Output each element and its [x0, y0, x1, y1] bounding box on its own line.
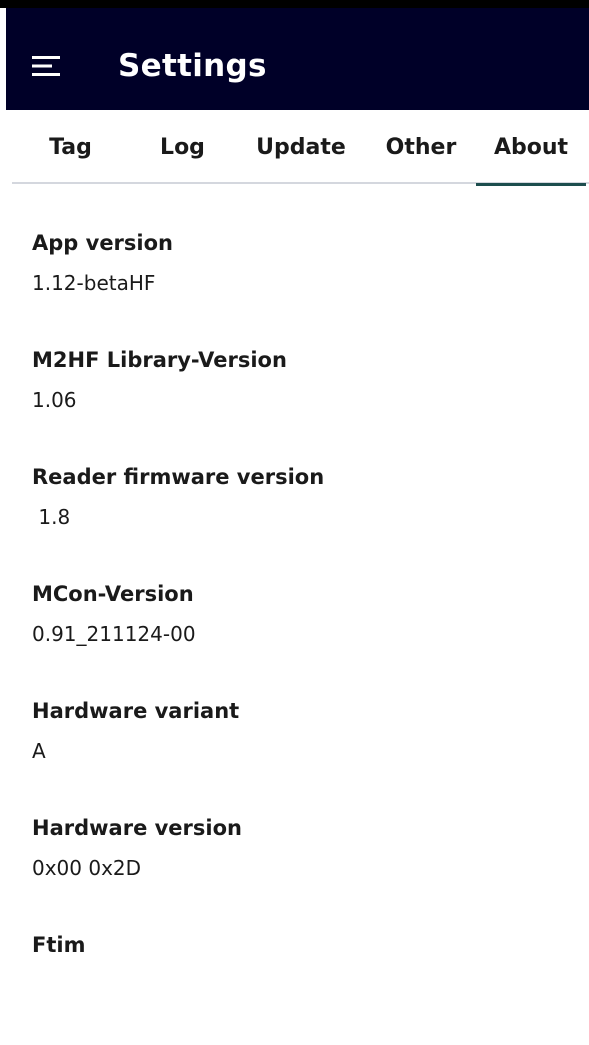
tab-other[interactable]: Other	[366, 110, 476, 184]
info-value: 1.12-betaHF	[32, 271, 156, 295]
info-label: App version	[32, 231, 173, 255]
tab-tag[interactable]: Tag	[12, 110, 129, 184]
info-label: Hardware variant	[32, 699, 240, 723]
info-value: A	[32, 739, 46, 763]
info-label: MCon-Version	[32, 582, 194, 606]
info-item-mcon-version: MCon-Version 0.91_211124-00	[32, 577, 572, 694]
info-label: M2HF Library-Version	[32, 348, 287, 372]
about-info-list: App version 1.12-betaHF M2HF Library-Ver…	[32, 226, 572, 1045]
info-item-hardware-variant: Hardware variant A	[32, 694, 572, 811]
info-value: 0x00 0x2D	[32, 856, 142, 880]
info-label: Ftim	[32, 933, 86, 957]
hamburger-menu-icon	[32, 56, 60, 76]
info-label: Reader firmware version	[32, 465, 325, 489]
tab-update[interactable]: Update	[236, 110, 366, 184]
tab-about[interactable]: About	[476, 110, 586, 186]
info-item-app-version: App version 1.12-betaHF	[32, 226, 572, 343]
info-value: 0.91_211124-00	[32, 622, 196, 646]
info-value: 1.06	[32, 388, 77, 412]
info-value: 1.8	[32, 505, 71, 529]
app-bar: Settings	[6, 8, 589, 110]
info-item-hardware-version: Hardware version 0x00 0x2D	[32, 811, 572, 928]
tab-log[interactable]: Log	[129, 110, 236, 184]
page-title: Settings	[118, 48, 267, 84]
tab-bar: Tag Log Update Other About	[12, 110, 589, 186]
info-label: Hardware version	[32, 816, 242, 840]
status-strip	[0, 0, 589, 8]
info-item-library-version: M2HF Library-Version 1.06	[32, 343, 572, 460]
info-item-ftim: Ftim	[32, 928, 572, 1045]
info-item-reader-firmware: Reader firmware version 1.8	[32, 460, 572, 577]
menu-button[interactable]	[30, 52, 64, 80]
